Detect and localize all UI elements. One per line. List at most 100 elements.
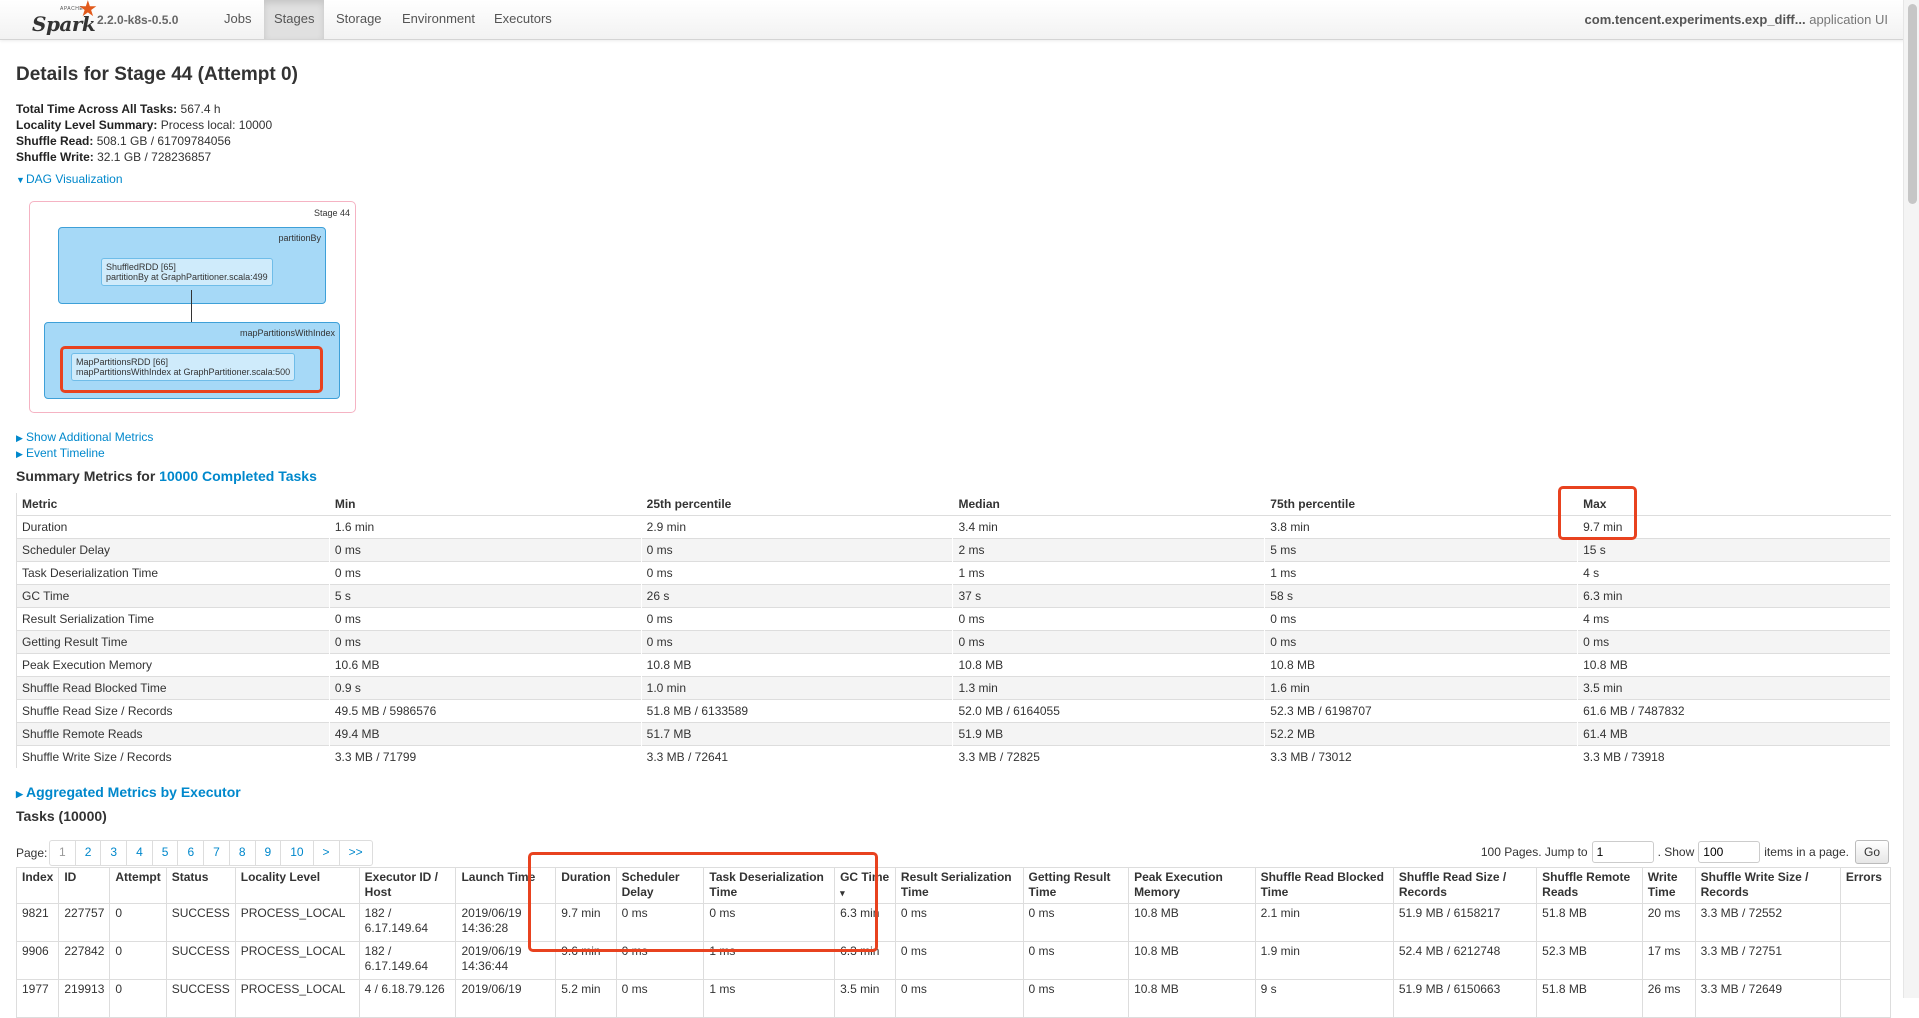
table-cell: PROCESS_LOCAL xyxy=(234,941,360,980)
page-size-input[interactable] xyxy=(1698,841,1761,863)
table-cell: 182 / 6.17.149.64 xyxy=(358,903,457,942)
column-header[interactable]: Getting Result Time xyxy=(1022,867,1130,904)
column-header[interactable]: Status xyxy=(165,867,236,904)
page-link[interactable]: 10 xyxy=(281,841,314,865)
metric-value-cell: 0 ms xyxy=(641,630,954,654)
additional-metrics-link[interactable]: Show Additional Metrics xyxy=(26,430,153,444)
page-title: Details for Stage 44 (Attempt 0) xyxy=(16,64,298,85)
table-cell: 0 xyxy=(109,941,167,980)
tab-stages[interactable]: Stages xyxy=(264,0,325,39)
summary-label: Shuffle Write: xyxy=(16,150,94,164)
column-header[interactable]: 25th percentile xyxy=(641,493,954,516)
metric-value-cell: 0 ms xyxy=(1264,630,1579,654)
metric-value-cell: 10.8 MB xyxy=(641,653,954,677)
metric-value-cell: 1.6 min xyxy=(329,515,642,539)
column-header[interactable]: Write Time xyxy=(1641,867,1696,904)
table-cell: 0 ms xyxy=(894,979,1024,1018)
page-link[interactable]: 9 xyxy=(256,841,282,865)
tasks-body: 9821 227757 0 SUCCESS PROCESS_LOCAL 182 / 6.1… xyxy=(15,903,1892,1018)
metric-name-cell: Task Deserialization Time xyxy=(16,561,330,585)
scrollbar-thumb[interactable] xyxy=(1908,4,1917,204)
column-header[interactable]: Metric xyxy=(16,493,330,516)
column-header[interactable]: Locality Level xyxy=(234,867,360,904)
spark-logo[interactable]: APACHE Spark ★ xyxy=(30,0,98,36)
page-link[interactable]: 2 xyxy=(76,841,102,865)
summary-metrics-body: Duration 1.6 min 2.9 min 3.4 min 3.8 min 9.7 … xyxy=(16,515,1891,768)
column-header[interactable]: Shuffle Read Blocked Time xyxy=(1254,867,1394,904)
metric-name-cell: Shuffle Read Size / Records xyxy=(16,699,330,723)
event-timeline-link[interactable]: Event Timeline xyxy=(26,446,105,460)
column-header-label: Result Serialization Time xyxy=(900,870,1012,899)
column-header[interactable]: Attempt xyxy=(109,867,167,904)
table-cell: 52.3 MB xyxy=(1536,941,1643,980)
column-header[interactable]: Median xyxy=(952,493,1266,516)
additional-metrics-toggle[interactable]: ▶ Show Additional Metrics xyxy=(16,430,153,444)
column-header[interactable]: Shuffle Read Size / Records xyxy=(1392,867,1538,904)
page-link[interactable]: 5 xyxy=(153,841,179,865)
pagination: 1 2 3 4 5 6 7 8 9 10 > >> xyxy=(49,840,373,866)
page-link[interactable]: 3 xyxy=(101,841,128,865)
table-cell: 9821 xyxy=(15,903,60,942)
metric-value-cell: 5 ms xyxy=(1264,538,1579,562)
aggregated-metrics-toggle[interactable]: ▶ Aggregated Metrics by Executor xyxy=(16,784,241,800)
page-link[interactable]: 7 xyxy=(204,841,230,865)
spark-star-icon: ★ xyxy=(78,0,98,21)
jump-page-input[interactable] xyxy=(1591,841,1654,863)
page-link[interactable]: 6 xyxy=(178,841,205,865)
event-timeline-toggle[interactable]: ▶ Event Timeline xyxy=(16,446,105,460)
table-cell: 10.8 MB xyxy=(1128,941,1256,980)
table-cell: 3.3 MB / 72751 xyxy=(1694,941,1841,980)
column-header[interactable]: Errors xyxy=(1839,867,1892,904)
column-header[interactable]: ID xyxy=(58,867,111,904)
page-jump-controls: 100 Pages. Jump to . Show items in a pag… xyxy=(1481,840,1889,864)
go-button[interactable]: Go xyxy=(1854,840,1889,864)
tab-executors[interactable]: Executors xyxy=(484,0,562,39)
column-header[interactable]: 75th percentile xyxy=(1264,493,1579,516)
dag-visualization-link[interactable]: DAG Visualization xyxy=(26,172,123,186)
node-callsite: partitionBy at GraphPartitioner.scala:49… xyxy=(106,272,268,282)
metric-value-cell: 3.5 min xyxy=(1577,676,1891,700)
column-header-label: Locality Level xyxy=(240,870,321,884)
app-name-text: com.tencent.experiments.exp_diff... xyxy=(1584,12,1806,27)
dag-cluster-partitionby[interactable]: partitionBy ShuffledRDD [65] partitionBy… xyxy=(58,227,326,304)
table-cell: 52.4 MB / 6212748 xyxy=(1392,941,1538,980)
dag-node-shuffledrdd[interactable]: ShuffledRDD [65] partitionBy at GraphPar… xyxy=(101,258,273,286)
metric-value-cell: 0 ms xyxy=(641,538,954,562)
column-header[interactable]: Executor ID / Host xyxy=(358,867,457,904)
column-header[interactable]: Min xyxy=(329,493,642,516)
metric-value-cell: 52.0 MB / 6164055 xyxy=(952,699,1266,723)
table-row: Shuffle Remote Reads 49.4 MB 51.7 MB 51.9 M… xyxy=(16,722,1891,746)
column-header-label: Shuffle Remote Reads xyxy=(1542,870,1631,899)
summary-total-time: Total Time Across All Tasks: 567.4 h xyxy=(16,101,272,117)
table-row: Peak Execution Memory 10.6 MB 10.8 MB 10.8 … xyxy=(16,653,1891,677)
items-text: items in a page. xyxy=(1764,845,1849,859)
table-cell: 9906 xyxy=(15,941,60,980)
page-link[interactable]: 8 xyxy=(230,841,256,865)
next-page-button[interactable]: > xyxy=(314,841,340,865)
table-cell xyxy=(1839,979,1892,1018)
completed-tasks-link[interactable]: 10000 Completed Tasks xyxy=(159,468,317,484)
table-cell: 10.8 MB xyxy=(1128,979,1256,1018)
column-header[interactable]: Result Serialization Time xyxy=(894,867,1024,904)
vertical-scrollbar[interactable] xyxy=(1903,0,1919,998)
table-cell: 51.9 MB / 6158217 xyxy=(1392,903,1538,942)
table-row: 1977 219913 0 SUCCESS PROCESS_LOCAL 4 / 6.18.… xyxy=(15,979,1892,1018)
page-link[interactable]: 4 xyxy=(127,841,153,865)
metric-name-cell: Shuffle Read Blocked Time xyxy=(16,676,330,700)
last-page-button[interactable]: >> xyxy=(340,841,372,865)
aggregated-metrics-link[interactable]: Aggregated Metrics by Executor xyxy=(26,784,241,800)
tab-storage[interactable]: Storage xyxy=(326,0,392,39)
dag-visualization-toggle[interactable]: ▼DAG Visualization xyxy=(16,172,123,186)
metric-value-cell: 0.9 s xyxy=(329,676,642,700)
metric-value-cell: 37 s xyxy=(952,584,1266,608)
column-header[interactable]: Peak Execution Memory xyxy=(1128,867,1256,904)
column-header[interactable]: Index xyxy=(15,867,60,904)
tab-jobs[interactable]: Jobs xyxy=(214,0,261,39)
page-link[interactable]: 1 xyxy=(50,841,76,865)
column-header[interactable]: Shuffle Write Size / Records xyxy=(1694,867,1841,904)
table-row: Scheduler Delay 0 ms 0 ms 2 ms 5 ms 15 s xyxy=(16,538,1891,562)
column-header[interactable]: Shuffle Remote Reads xyxy=(1536,867,1643,904)
tab-environment[interactable]: Environment xyxy=(392,0,485,39)
tasks-table: Index ID Attempt Status Locality Level Execut… xyxy=(15,867,1892,1018)
show-text: . Show xyxy=(1657,845,1695,859)
